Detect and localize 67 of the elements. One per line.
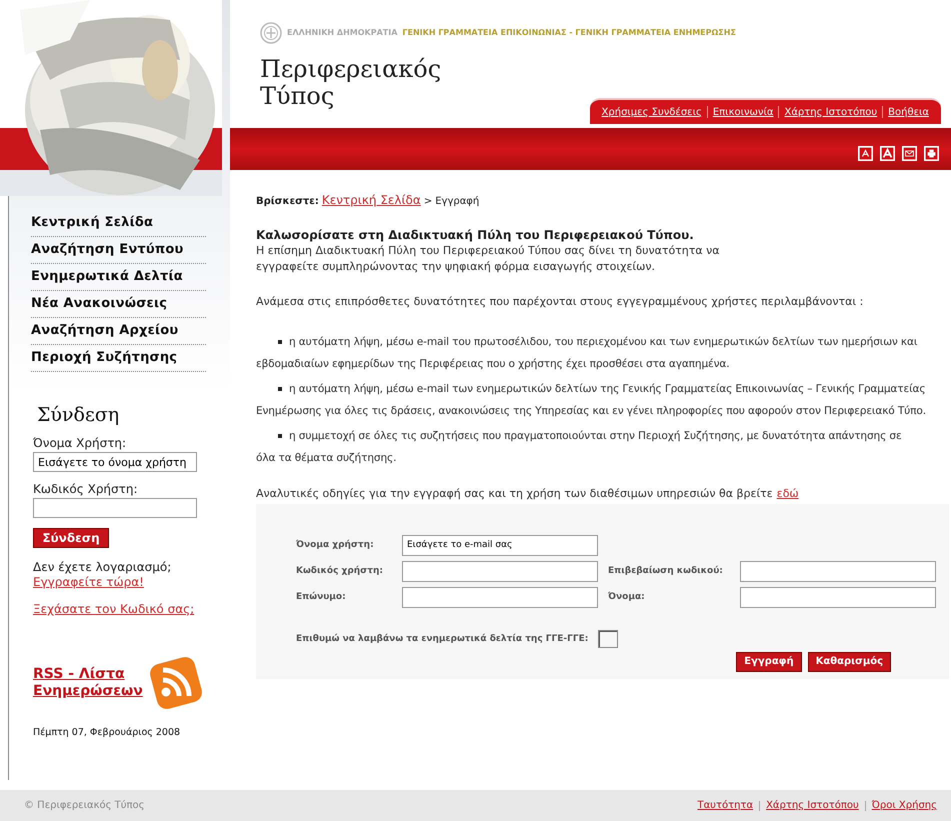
rss-link[interactable]: RSS - Λίστα Ενημερώσεων — [33, 666, 143, 700]
instructions-link[interactable]: εδώ — [776, 486, 799, 502]
form-button[interactable]: Καθαρισμός — [808, 652, 891, 672]
intro-text: Η επίσημη Διαδικτυακή Πύλη του Περιφερειακού Τύπου σας δίνει τη δυνατότητα να — [256, 243, 721, 259]
footer-link[interactable]: Ταυτότητα — [697, 798, 754, 813]
register-link[interactable]: Εγγραφείτε τώρα! — [33, 575, 144, 590]
form-button[interactable]: Εγγραφή — [736, 652, 802, 672]
feature-text: όλα τα θέματα συζήτησης. — [256, 451, 396, 466]
sidebar-menu-item[interactable]: Περιοχή Συζήτησης — [31, 345, 206, 372]
welcome-heading: Καλωσορίσατε στη Διαδικτυακή Πύλη του Περιφερειακού Τύπου. — [256, 227, 695, 243]
footer-link[interactable]: Χάρτης Ιστοτόπου — [766, 798, 859, 813]
sidebar-menu-item[interactable]: Αναζήτηση Αρχείου — [31, 318, 206, 345]
site-title: Περιφερειακός — [260, 56, 442, 83]
bullet-icon — [278, 340, 282, 344]
feature-text: η αυτόματη λήψη, μέσω e-mail των ενημερωτικών δελτίων της Γενικής Γραμματείας Επικοινωνίας – Γενικής Γραμματείας — [289, 382, 926, 397]
font-size-large-icon[interactable] — [880, 146, 895, 160]
feature-text: Ενημέρωσης για όλες τις δράσεις, ανακοινώσεις της Υπηρεσίας και εν γένει πληροφορίες που αφορούν στον Περιφερειακό Τύπο. — [256, 404, 926, 419]
top-link[interactable]: Χάρτης Ιστοτόπου — [784, 104, 878, 120]
password-field[interactable] — [33, 498, 197, 518]
username-label: Όνομα Χρήστη: — [33, 435, 128, 452]
intro-text: εγγραφείτε συμπληρώνοντας την ψηφιακή φόρμα εισαγωγής στοιχείων. — [256, 259, 656, 275]
form-label: Όνομα: — [608, 590, 646, 604]
sidebar-menu-item[interactable]: Νέα Ανακοινώσεις — [31, 291, 206, 318]
bullet-icon — [278, 387, 282, 391]
form-field[interactable] — [402, 586, 598, 608]
form-field[interactable] — [740, 560, 936, 582]
mail-icon[interactable] — [902, 146, 917, 160]
newsletter-checkbox[interactable] — [598, 630, 618, 648]
instructions-text: Αναλυτικές οδηγίες για την εγγραφή σας και τη χρήση των διαθέσιμων υπηρεσιών θα βρείτε — [256, 486, 773, 502]
newsletter-label: Επιθυμώ να λαμβάνω τα ενημερωτικά δελτία της ΓΓΕ-ΓΓΕ: — [296, 632, 588, 646]
top-link[interactable]: Βοήθεια — [888, 104, 929, 120]
date-text: Πέμπτη 07, Φεβρουάριος 2008 — [33, 726, 182, 740]
no-account-text: Δεν έχετε λογαριασμό; — [33, 560, 172, 575]
forgot-password-link[interactable]: Ξεχάσατε τον Κωδικό σας; — [33, 600, 194, 618]
sidebar-menu-item[interactable]: Ενημερωτικά Δελτία — [31, 264, 206, 291]
breadcrumb-link[interactable]: Κεντρική Σελίδα — [322, 192, 421, 208]
form-label: Επιβεβαίωση κωδικού: — [608, 564, 724, 578]
footer-link[interactable]: Όροι Χρήσης — [872, 798, 937, 813]
top-link[interactable]: Επικοινωνία — [712, 104, 774, 120]
form-label: Όνομα χρήστη: — [296, 538, 375, 552]
site-title: Τύπος — [260, 83, 336, 110]
copyright-text: © Περιφερειακός Τύπος — [24, 799, 145, 813]
password-label: Κωδικός Χρήστη: — [33, 481, 139, 498]
sidebar-menu-item[interactable]: Κεντρική Σελίδα — [31, 210, 206, 237]
feature-text: η αυτόματη λήψη, μέσω e-mail του πρωτοσέλιδου, του περιεχομένου και των ενημερωτικών δελτίων των ημερήσιων και — [289, 335, 918, 350]
print-icon[interactable] — [924, 146, 939, 160]
form-field[interactable] — [740, 586, 936, 608]
bullet-icon — [278, 434, 282, 438]
breadcrumb-label: Βρίσκεστε: — [256, 195, 319, 209]
feature-text: η συμμετοχή σε όλες τις συζητήσεις που πραγματοποιούνται στην Περιοχή Συζήτησης, με δυνατότητα απάντησης σε — [289, 429, 902, 444]
breadcrumb-current: Εγγραφή — [435, 195, 480, 209]
username-field[interactable]: Εισάγετε το όνομα χρήστη — [33, 452, 197, 472]
emblem-icon — [260, 22, 282, 44]
form-field[interactable]: Εισάγετε το e-mail σας — [402, 534, 598, 556]
form-label: Επώνυμο: — [296, 590, 347, 604]
sidebar-menu-item[interactable]: Αναζήτηση Εντύπου — [31, 237, 206, 264]
republic-text: ΕΛΛΗΝΙΚΗ ΔΗΜΟΚΡΑΤΙΑ — [287, 27, 398, 39]
feature-text: εβδομαδιαίων εφημερίδων της Περιφέρειας που ο χρήστης έχει προσθέσει στα αγαπημένα. — [256, 357, 730, 372]
login-button[interactable]: Σύνδεση — [33, 528, 109, 548]
login-heading: Σύνδεση — [37, 404, 120, 426]
ministries-text: ΓΕΝΙΚΗ ΓΡΑΜΜΑΤΕΙΑ ΕΠΙΚΟΙΝΩΝΙΑΣ - ΓΕΝΙΚΗ ΓΡΑΜΜΑΤΕΙΑ ΕΝΗΜΕΡΩΣΗΣ — [402, 27, 736, 39]
breadcrumb-separator: > — [424, 195, 432, 209]
font-size-small-icon[interactable] — [858, 146, 873, 160]
form-label: Κωδικός χρήστη: — [296, 564, 384, 578]
form-field[interactable] — [402, 560, 598, 582]
features-intro: Ανάμεσα στις επιπρόσθετες δυνατότητες που παρέχονται στους εγγεγραμμένους χρήστες περιλαμβάνονται : — [256, 294, 864, 310]
top-link[interactable]: Χρήσιμες Συνδέσεις — [602, 104, 702, 120]
